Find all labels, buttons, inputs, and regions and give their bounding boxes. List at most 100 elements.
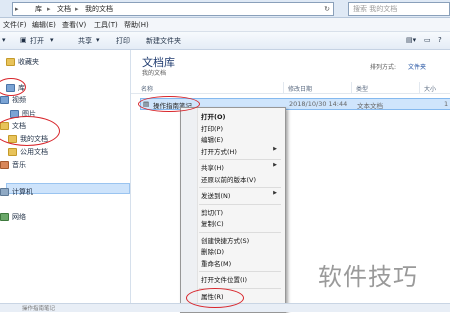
- context-menu-item[interactable]: 共享(H) ▶: [201, 162, 281, 172]
- address-path-box[interactable]: ▸ 库 ▸ 文档 ▸ 我的文档 ↻: [12, 2, 334, 16]
- file-date: 2018/10/30 14:44: [289, 100, 348, 108]
- star-icon: [6, 58, 15, 66]
- preview-pane-icon[interactable]: ▭: [424, 36, 431, 44]
- context-menu-item-label: 创建快捷方式(S): [201, 236, 250, 245]
- submenu-arrow-icon: ▶: [273, 145, 277, 152]
- nav-music[interactable]: 音乐: [0, 160, 26, 170]
- nav-network-label: 网络: [12, 213, 26, 221]
- context-menu-separator: [199, 271, 281, 272]
- column-type[interactable]: 类型: [356, 84, 368, 93]
- column-divider[interactable]: [283, 82, 284, 93]
- breadcrumb-my-documents[interactable]: 我的文档: [85, 3, 113, 15]
- toolbar: ▾ ▣ 打开 ▾ 共享 ▾ 打印 新建文件夹 ▤▾ ▭ ?: [0, 32, 450, 50]
- breadcrumb-separator-icon: ▸: [47, 5, 51, 13]
- column-divider[interactable]: [351, 82, 352, 93]
- context-menu-item[interactable]: 还原以前的版本(V): [201, 174, 281, 184]
- menu-help[interactable]: 帮助(H): [124, 20, 149, 30]
- column-header-row: 名称 修改日期 类型 大小: [131, 82, 450, 94]
- nav-network[interactable]: 网络: [0, 212, 26, 222]
- open-button[interactable]: 打开: [30, 36, 44, 46]
- refresh-icon[interactable]: ↻: [324, 3, 330, 15]
- search-placeholder: 搜索 我的文档: [353, 5, 398, 13]
- column-size[interactable]: 大小: [424, 84, 436, 93]
- context-menu-item[interactable]: 剪切(T): [201, 207, 281, 217]
- context-menu-item-label: 编辑(E): [201, 136, 224, 144]
- submenu-arrow-icon: ▶: [273, 190, 277, 196]
- context-menu-separator: [199, 187, 281, 188]
- network-icon: [0, 213, 9, 221]
- context-menu-item[interactable]: 删除(D): [201, 246, 281, 256]
- context-menu-separator: [199, 231, 281, 233]
- menu-edit[interactable]: 编辑(E): [32, 20, 56, 30]
- help-icon[interactable]: ?: [438, 36, 442, 44]
- view-options-icon[interactable]: ▤▾: [406, 36, 416, 44]
- context-menu-item[interactable]: 打开方式(H) ▶: [201, 146, 281, 156]
- context-menu-item-label: 打印(P): [201, 124, 223, 133]
- share-button[interactable]: 共享: [78, 36, 92, 46]
- context-menu-item-label: 复制(C): [201, 220, 224, 228]
- context-menu-item-label: 重命名(M): [201, 259, 232, 268]
- menu-view[interactable]: 查看(V): [62, 20, 86, 30]
- annotation-oval-file: [138, 96, 200, 112]
- context-menu-item[interactable]: 复制(C): [201, 218, 281, 228]
- menu-tools[interactable]: 工具(T): [94, 20, 118, 30]
- nav-public-documents[interactable]: 公用文档: [8, 147, 48, 157]
- context-menu-item-label: 还原以前的版本(V): [201, 175, 257, 184]
- file-type: 文本文档: [357, 102, 383, 110]
- context-menu-item[interactable]: 编辑(E): [201, 134, 281, 144]
- column-date[interactable]: 修改日期: [288, 84, 312, 93]
- context-menu-item-label: 发送到(N): [201, 192, 231, 200]
- music-icon: [0, 161, 9, 169]
- menu-bar: 文件(F) 编辑(E) 查看(V) 工具(T) 帮助(H): [0, 18, 450, 32]
- chevron-down-icon: ▾: [50, 36, 54, 44]
- nav-computer-label: 计算机: [12, 188, 33, 196]
- open-icon: ▣: [20, 36, 27, 44]
- context-menu-gutter: [181, 108, 198, 312]
- folder-icon: ▸: [15, 5, 19, 13]
- nav-favorites-label: 收藏夹: [18, 58, 39, 66]
- context-menu-item[interactable]: 打开(O): [201, 111, 281, 121]
- context-menu-item-label: 剪切(T): [201, 208, 224, 217]
- nav-music-label: 音乐: [12, 161, 26, 169]
- nav-computer[interactable]: 计算机: [0, 187, 33, 197]
- menu-file[interactable]: 文件(F): [3, 20, 27, 30]
- breadcrumb-documents[interactable]: 文档: [57, 3, 71, 15]
- context-menu-item-label: 共享(H): [201, 164, 224, 172]
- context-menu-item-label: 打开方式(H): [201, 147, 237, 156]
- column-divider[interactable]: [419, 82, 420, 93]
- context-menu-item[interactable]: 打开文件位置(I): [201, 274, 281, 284]
- annotation-oval-properties: [186, 288, 244, 308]
- arrange-by-dropdown[interactable]: 文件夹: [408, 62, 426, 71]
- video-icon: [0, 96, 9, 104]
- address-bar: ▸ 库 ▸ 文档 ▸ 我的文档 ↻ 搜索 我的文档: [0, 0, 450, 18]
- context-menu-item[interactable]: 打印(P): [201, 123, 281, 133]
- breadcrumb-separator-icon: ▸: [75, 5, 79, 13]
- chevron-down-icon: ▾: [96, 36, 100, 44]
- context-menu-item[interactable]: 创建快捷方式(S): [201, 235, 281, 245]
- breadcrumb-library[interactable]: 库: [35, 3, 42, 15]
- print-button[interactable]: 打印: [116, 36, 130, 46]
- nav-videos-label: 视频: [12, 96, 26, 104]
- organize-button[interactable]: ▾: [2, 36, 6, 44]
- context-menu-item-label: 打开文件位置(I): [201, 276, 247, 284]
- nav-favorites[interactable]: 收藏夹: [6, 57, 39, 67]
- context-menu-separator: [199, 159, 281, 160]
- context-menu-separator: [199, 203, 281, 205]
- arrange-by-label: 排列方式:: [370, 64, 397, 71]
- library-subtitle: 我的文档: [142, 70, 167, 77]
- file-size: 1: [444, 100, 449, 108]
- context-menu-item[interactable]: 发送到(N) ▶: [201, 190, 281, 200]
- search-input[interactable]: 搜索 我的文档: [348, 2, 450, 16]
- nav-videos[interactable]: 视频: [0, 95, 26, 105]
- context-menu-item-label: 删除(D): [201, 248, 225, 256]
- new-folder-button[interactable]: 新建文件夹: [146, 36, 181, 46]
- computer-icon: [0, 188, 9, 196]
- submenu-arrow-icon: ▶: [273, 162, 277, 168]
- context-menu-item-label: 打开(O): [201, 113, 226, 121]
- context-menu-item[interactable]: 重命名(M): [201, 258, 281, 268]
- folder-icon: [8, 148, 17, 156]
- watermark: 软件技巧: [318, 263, 418, 291]
- column-name[interactable]: 名称: [141, 84, 153, 93]
- context-menu: 打开(O) 打印(P) 编辑(E) 打开方式(H) ▶ 共享(H) ▶ 还原以前的版本(V) 发…: [180, 107, 286, 313]
- nav-public-documents-label: 公用文档: [20, 148, 48, 156]
